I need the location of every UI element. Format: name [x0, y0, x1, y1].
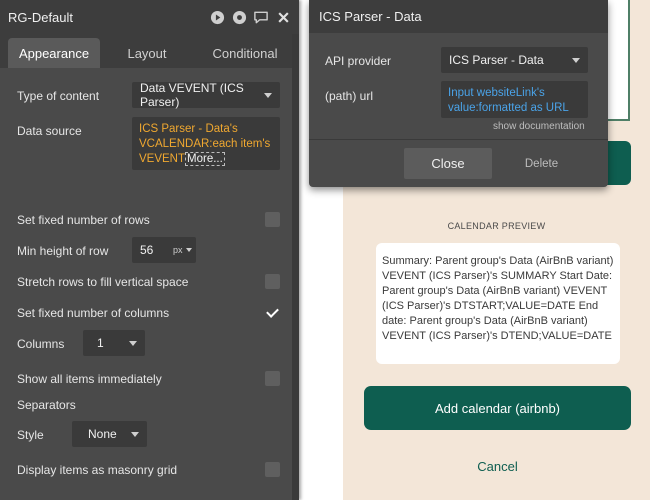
comment-icon[interactable]: [253, 9, 269, 25]
show-documentation-link[interactable]: show documentation: [493, 121, 585, 132]
caret-down-icon: [129, 341, 137, 346]
path-url-value: Input websiteLink's value:formatted as U…: [448, 87, 569, 114]
tab-layout[interactable]: Layout: [100, 38, 194, 68]
api-provider-label: API provider: [325, 54, 392, 68]
caret-down-icon: [572, 58, 580, 63]
calendar-preview-title: CALENDAR PREVIEW: [447, 221, 546, 231]
stretch-rows-label: Stretch rows to fill vertical space: [17, 275, 189, 289]
columns-value: 1: [97, 336, 104, 350]
calendar-preview-box: Summary: Parent group's Data (AirBnB var…: [376, 243, 620, 364]
min-height-value: 56: [140, 243, 154, 257]
popup-delete-button[interactable]: Delete: [514, 148, 569, 179]
tab-conditional[interactable]: Conditional: [194, 38, 296, 68]
min-height-input[interactable]: 56 px: [132, 237, 196, 263]
data-source-label: Data source: [17, 124, 82, 138]
panel-title: RG-Default: [8, 9, 74, 25]
caret-down-icon: [131, 432, 139, 437]
popup-close-button[interactable]: Close: [404, 148, 492, 179]
stretch-rows-checkbox[interactable]: [265, 274, 280, 289]
panel-tabs: Appearance Layout Conditional: [0, 34, 299, 68]
panel-scrollbar[interactable]: [292, 34, 299, 500]
unit-caret-down-icon: [186, 248, 192, 252]
data-source-more-button[interactable]: More...: [185, 152, 225, 166]
show-all-label: Show all items immediately: [17, 372, 162, 386]
popup-title: ICS Parser - Data: [309, 0, 608, 33]
api-provider-dropdown[interactable]: ICS Parser - Data: [441, 47, 588, 73]
api-provider-value: ICS Parser - Data: [449, 53, 544, 67]
cancel-link[interactable]: Cancel: [364, 459, 631, 474]
add-calendar-button[interactable]: Add calendar (airbnb): [364, 386, 631, 430]
masonry-checkbox[interactable]: [265, 462, 280, 477]
style-label: Style: [17, 428, 44, 442]
panel-header: RG-Default: [0, 0, 299, 34]
path-url-label: (path) url: [325, 89, 374, 103]
caret-down-icon: [264, 93, 272, 98]
min-height-unit: px: [173, 245, 183, 255]
type-of-content-dropdown[interactable]: Data VEVENT (ICS Parser): [132, 81, 280, 109]
popup-divider: [309, 139, 608, 140]
fixed-rows-checkbox[interactable]: [265, 212, 280, 227]
close-icon[interactable]: [275, 9, 291, 25]
type-of-content-value: Data VEVENT (ICS Parser): [140, 81, 244, 109]
data-source-expression[interactable]: ICS Parser - Data's VCALENDAR:each item'…: [132, 117, 280, 170]
tab-appearance[interactable]: Appearance: [8, 38, 100, 68]
play-icon[interactable]: [209, 9, 225, 25]
style-value: None: [88, 427, 117, 441]
eye-icon[interactable]: [231, 9, 247, 25]
ics-parser-popup: ICS Parser - Data API provider ICS Parse…: [309, 0, 608, 187]
separator-style-dropdown[interactable]: None: [72, 421, 147, 447]
columns-label: Columns: [17, 337, 65, 351]
min-height-label: Min height of row: [17, 244, 109, 258]
columns-dropdown[interactable]: 1: [83, 330, 145, 356]
fixed-columns-checkbox[interactable]: [265, 305, 280, 320]
property-editor-panel: RG-Default Appearance Layout Conditional…: [0, 0, 299, 500]
fixed-rows-label: Set fixed number of rows: [17, 213, 150, 227]
path-url-field[interactable]: Input websiteLink's value:formatted as U…: [441, 81, 588, 118]
type-of-content-label: Type of content: [17, 89, 100, 103]
masonry-label: Display items as masonry grid: [17, 463, 178, 477]
show-all-checkbox[interactable]: [265, 371, 280, 386]
fixed-columns-label: Set fixed number of columns: [17, 306, 170, 320]
separators-label: Separators: [17, 398, 76, 412]
